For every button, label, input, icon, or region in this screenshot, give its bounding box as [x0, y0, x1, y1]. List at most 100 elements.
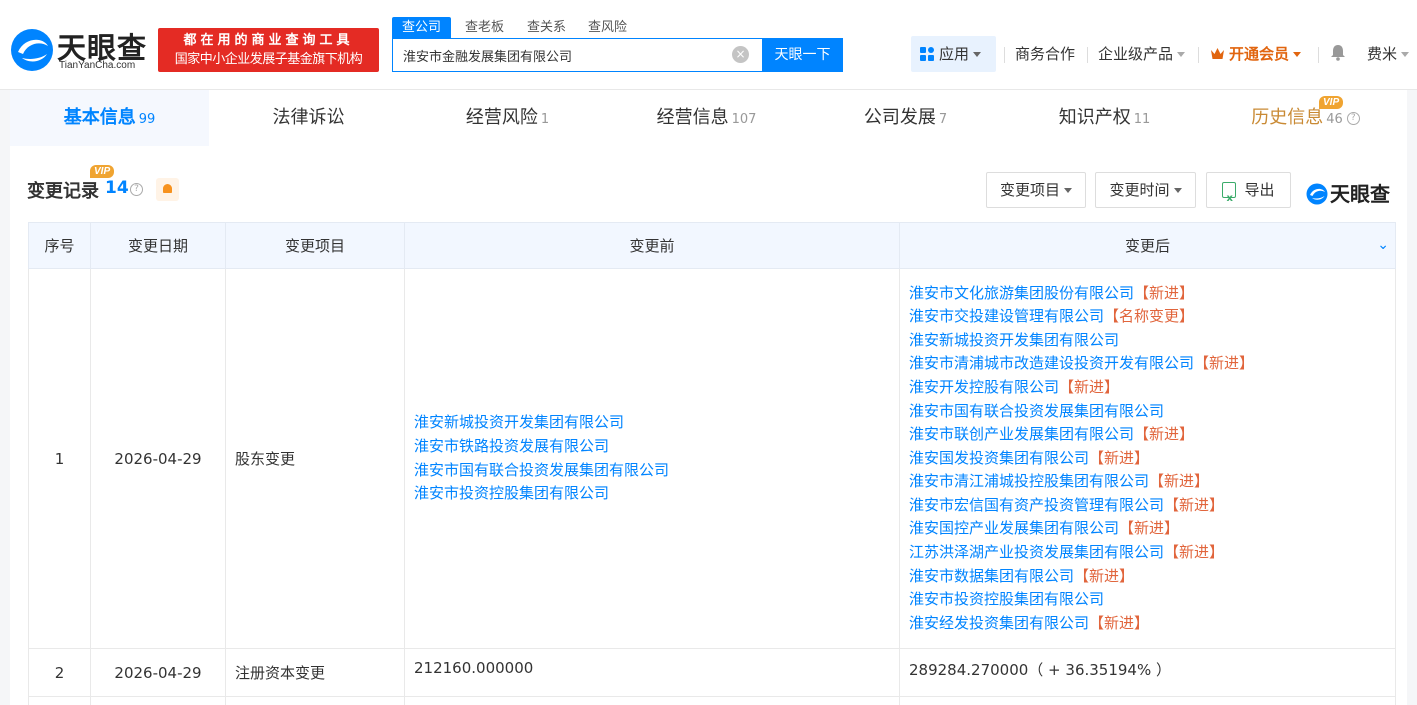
shareholder-link[interactable]: 淮安经发投资集团有限公司【新进】 [909, 612, 1395, 636]
tab-label: 经营信息 [656, 107, 729, 128]
filter-change-time-dropdown[interactable]: 变更时间 [1095, 172, 1196, 208]
brand-text: 天眼查 [1330, 182, 1390, 206]
crown-icon [1211, 48, 1224, 59]
filter-change-item-dropdown[interactable]: 变更项目 [986, 172, 1086, 208]
monitor-bell-icon[interactable] [156, 178, 179, 201]
business-cooperation-link[interactable]: 商务合作 [1015, 36, 1075, 72]
shareholder-name: 淮安开发控股有限公司 [909, 377, 1060, 396]
shareholder-link[interactable]: 淮安市数据集团有限公司【新进】 [909, 565, 1395, 589]
shareholder-link[interactable]: 江苏洪泽湖产业投资发展集团有限公司【新进】 [909, 541, 1395, 565]
tab-intellectual-property[interactable]: 知识产权 11 [1005, 90, 1204, 146]
shareholder-name: 淮安市投资控股集团有限公司 [909, 590, 1105, 609]
clear-icon[interactable]: × [732, 46, 749, 63]
chevron-down-icon [1293, 52, 1302, 57]
search-box: × 天眼一下 [392, 38, 843, 72]
col-header-after: 变更后 ⌄ [899, 222, 1396, 269]
user-menu[interactable]: 费米 [1367, 36, 1410, 72]
table-row: 2 2026-04-29 注册资本变更 212160.000000 289284… [28, 648, 1396, 697]
change-tag: 【新进】 [1164, 495, 1225, 514]
search-input[interactable] [393, 39, 763, 71]
shareholder-link[interactable]: 淮安市投资控股集团有限公司 [909, 588, 1395, 612]
shareholder-link[interactable]: 淮安新城投资开发集团有限公司 [909, 329, 1395, 353]
open-vip-menu[interactable]: 开通会员 [1210, 36, 1302, 72]
cell-item: 注册资本变更 [225, 648, 405, 697]
tianyancha-logo[interactable]: 天眼查 TianYanCha.com [10, 28, 152, 74]
cell-item: 股东变更 [225, 268, 405, 649]
enterprise-products-menu[interactable]: 企业级产品 [1098, 36, 1186, 72]
app-menu-label: 应用 [939, 45, 970, 63]
promo-line2: 国家中小企业发展子基金旗下机构 [174, 52, 363, 67]
tab-basic-info[interactable]: 基本信息 99 [10, 90, 209, 146]
shareholder-link[interactable]: 淮安市清江浦城投控股集团有限公司【新进】 [909, 470, 1395, 494]
tab-count: 46 [1326, 112, 1343, 127]
tab-label: 法律诉讼 [272, 107, 345, 128]
change-tag: 【新进】 [1089, 613, 1150, 632]
shareholder-name: 江苏洪泽湖产业投资发展集团有限公司 [909, 543, 1165, 562]
cell-before [404, 696, 900, 705]
tab-count: 11 [1133, 112, 1151, 127]
shareholder-link[interactable]: 淮安市清浦城市改造建设投资开发有限公司【新进】 [909, 352, 1395, 376]
app-menu-button[interactable]: 应用 [911, 36, 996, 72]
export-button[interactable]: 导出 [1206, 172, 1291, 216]
excel-icon [1222, 181, 1237, 216]
help-icon[interactable]: ? [1346, 111, 1360, 125]
module-tabs: 基本信息 99 法律诉讼 经营风险 1 经营信息 107 公司发展 7 知识产权 11 历… [10, 90, 1407, 146]
shareholder-link[interactable]: 淮安国发投资集团有限公司【新进】 [909, 447, 1395, 471]
shareholder-link[interactable]: 淮安市投资控股集团有限公司 [414, 482, 899, 506]
tab-business-risk[interactable]: 经营风险 1 [408, 90, 607, 146]
tianyancha-logo-icon [11, 29, 53, 71]
shareholder-name: 淮安国发投资集团有限公司 [909, 448, 1090, 467]
change-record-table: 序号 变更日期 变更项目 变更前 变更后 ⌄ 1 2026-04-29 股东变更 … [28, 222, 1396, 705]
shareholder-name: 淮安市清江浦城投控股集团有限公司 [909, 472, 1150, 491]
tab-business-info[interactable]: 经营信息 107 [607, 90, 806, 146]
shareholder-link[interactable]: 淮安开发控股有限公司【新进】 [909, 376, 1395, 400]
tab-label: 基本信息 [63, 107, 136, 128]
promo-banner[interactable]: 都在用的商业查询工具 国家中小企业发展子基金旗下机构 [158, 28, 379, 72]
shareholder-name: 淮安市清浦城市改造建设投资开发有限公司 [909, 354, 1195, 373]
shareholder-link[interactable]: 淮安市国有联合投资发展集团有限公司 [909, 400, 1395, 424]
col-header-before: 变更前 [404, 222, 900, 269]
shareholder-link[interactable]: 淮安新城投资开发集团有限公司 [414, 411, 899, 435]
shareholder-link[interactable]: 淮安市联创产业发展集团有限公司【新进】 [909, 423, 1395, 447]
change-tag: 【新进】 [1119, 519, 1180, 538]
bell-icon [1331, 45, 1345, 61]
shareholder-name: 淮安市交投建设管理有限公司 [909, 307, 1105, 326]
tianyancha-watermark-logo: 天眼查 [1306, 178, 1390, 207]
search-tab-company[interactable]: 查公司 [392, 17, 452, 39]
cell-no: 1 [28, 268, 91, 649]
shareholder-link[interactable]: 淮安国控产业发展集团有限公司【新进】 [909, 517, 1395, 541]
chevron-down-icon [1173, 188, 1182, 193]
tab-history-info[interactable]: 历史信息 46? [1204, 90, 1407, 146]
cell-date [90, 696, 226, 705]
shareholder-link[interactable]: 淮安市交投建设管理有限公司【名称变更】 [909, 305, 1395, 329]
chevron-down-icon [1401, 52, 1410, 57]
change-tag: 【新进】 [1059, 377, 1120, 396]
shareholder-link[interactable]: 淮安市宏信国有资产投资管理有限公司【新进】 [909, 494, 1395, 518]
tab-label: 历史信息 [1251, 107, 1324, 128]
section-title: 变更记录 [27, 181, 99, 202]
shareholder-link[interactable]: 淮安市国有联合投资发展集团有限公司 [414, 459, 899, 483]
change-record-panel: VIP 变更记录 14 ? 变更项目 变更时间 导出 天眼查 序号 变更日期 变… [10, 146, 1407, 705]
chevron-down-icon [1177, 52, 1186, 57]
tab-legal[interactable]: 法律诉讼 [209, 90, 408, 146]
tab-label: 知识产权 [1058, 107, 1131, 128]
notification-bell[interactable] [1330, 36, 1346, 72]
cell-after: 289284.270000（ + 36.35194% ） [899, 648, 1396, 697]
grid-icon [920, 47, 934, 61]
help-icon[interactable]: ? [130, 183, 143, 196]
search-button[interactable]: 天眼一下 [762, 38, 843, 72]
filter-time-label: 变更时间 [1109, 181, 1170, 199]
change-tag: 【新进】 [1194, 354, 1255, 373]
shareholder-name: 淮安市宏信国有资产投资管理有限公司 [909, 495, 1165, 514]
tab-company-development[interactable]: 公司发展 7 [806, 90, 1005, 146]
double-chevron-down-icon[interactable]: ⌄ [1377, 237, 1389, 253]
search-tab-boss[interactable]: 查老板 [465, 17, 504, 39]
cell-no: 2 [28, 648, 91, 697]
shareholder-link[interactable]: 淮安市文化旅游集团股份有限公司【新进】 [909, 282, 1395, 306]
search-tab-risk[interactable]: 查风险 [588, 17, 627, 39]
shareholder-name: 淮安新城投资开发集团有限公司 [909, 330, 1120, 349]
shareholder-link[interactable]: 淮安市铁路投资发展有限公司 [414, 435, 899, 459]
search-tab-relation[interactable]: 查关系 [527, 17, 566, 39]
tab-label: 经营风险 [465, 107, 538, 128]
divider [1198, 47, 1199, 63]
